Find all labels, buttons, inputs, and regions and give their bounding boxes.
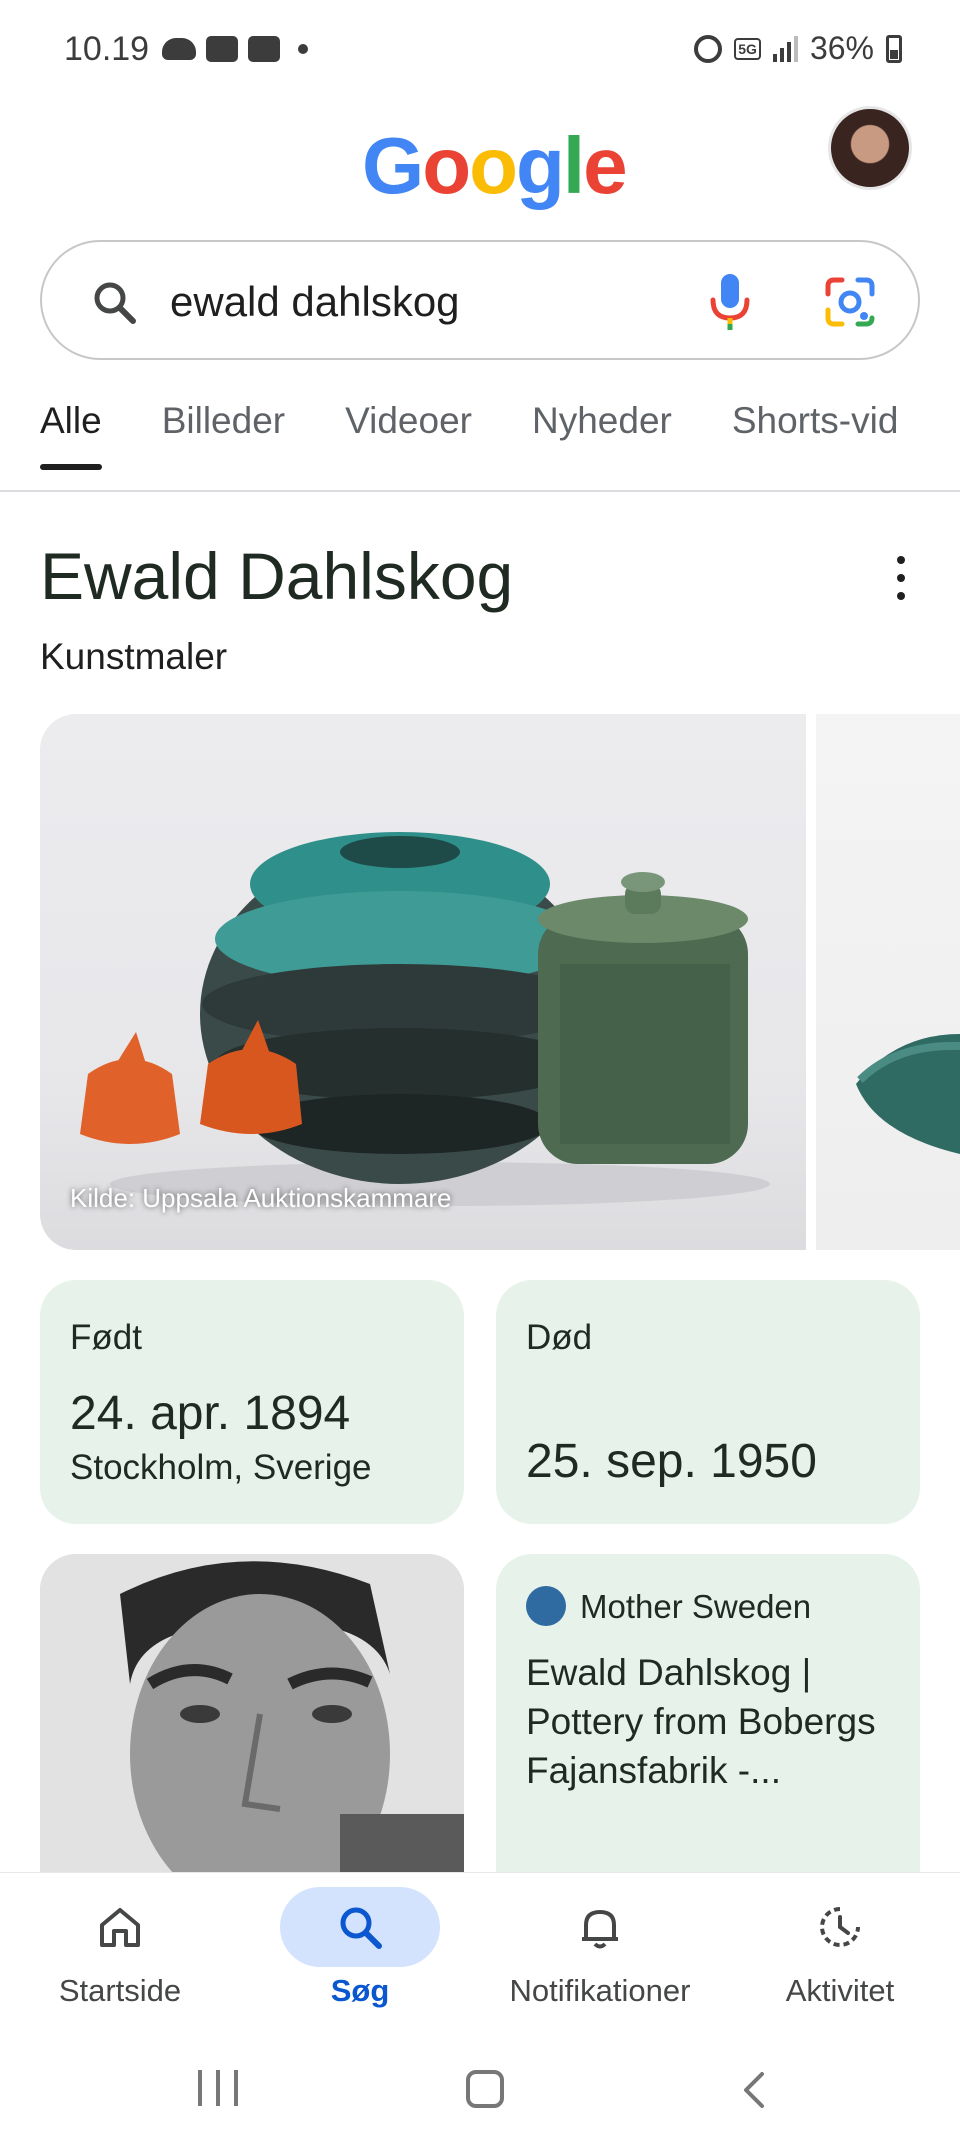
tab-billeder[interactable]: Billeder: [162, 400, 285, 470]
nav-label: Aktivitet: [785, 1973, 895, 2008]
system-navigation: [0, 2032, 960, 2133]
second-image[interactable]: [816, 714, 960, 1250]
image-caption: Kilde: Uppsala Auktionskammare: [70, 1183, 452, 1213]
nav-label: Startside: [58, 1973, 182, 2008]
bowl-illustration: [856, 1034, 960, 1154]
knowledge-panel-subtitle: Kunstmaler: [40, 636, 228, 677]
avatar[interactable]: [828, 106, 912, 190]
logo-letter: e: [583, 121, 627, 210]
ceramics-image[interactable]: Kilde: Uppsala Auktionskammare: [40, 714, 806, 1250]
alarm-icon: [694, 34, 723, 63]
back-button[interactable]: [738, 2070, 768, 2110]
activity-icon: [820, 1907, 860, 1947]
nav-soeg[interactable]: Søg: [240, 1873, 480, 2033]
tab-alle[interactable]: Alle: [40, 400, 102, 470]
search-tabs: Alle Billeder Videoer Nyheder Shorts-vid: [40, 400, 960, 470]
search-box[interactable]: [40, 240, 920, 360]
died-label: Død: [526, 1318, 593, 1357]
nav-startside[interactable]: Startside: [0, 1873, 240, 2033]
died-card[interactable]: Død 25. sep. 1950: [496, 1280, 920, 1524]
search-icon: [340, 1907, 382, 1949]
born-card[interactable]: Født 24. apr. 1894 Stockholm, Sverige: [40, 1280, 464, 1524]
mic-icon[interactable]: [708, 272, 752, 332]
recent-apps-button[interactable]: [198, 2070, 238, 2106]
tab-shorts[interactable]: Shorts-vid: [732, 400, 899, 470]
tabs-divider: [0, 490, 960, 492]
notification-icons: [162, 36, 308, 62]
article-title[interactable]: Ewald Dahlskog | Pottery from Bobergs Fa…: [526, 1648, 896, 1795]
home-button[interactable]: [466, 2070, 504, 2108]
status-right: 5G 36%: [694, 30, 902, 67]
gallery-icon: [206, 36, 238, 62]
search-icon: [94, 282, 136, 324]
born-date: 24. apr. 1894: [70, 1387, 351, 1440]
logo-letter: g: [515, 121, 565, 210]
search-input[interactable]: [170, 272, 690, 332]
battery-percent: 36%: [809, 30, 874, 66]
nav-aktivitet[interactable]: Aktivitet: [720, 1873, 960, 2033]
logo-letter: G: [362, 121, 424, 210]
cloud-icon: [162, 38, 196, 60]
bottom-navigation: Startside Søg Notifikationer Aktivitet: [0, 1872, 960, 2032]
status-time: 10.19: [64, 30, 150, 68]
dot-icon: [298, 44, 308, 54]
article-card[interactable]: Mother Sweden Ewald Dahlskog | Pottery f…: [496, 1554, 920, 1874]
tab-nyheder[interactable]: Nyheder: [532, 400, 672, 470]
nav-label: Søg: [330, 1973, 390, 2008]
portrait-image[interactable]: [40, 1554, 464, 1874]
ceramics-illustration: [80, 832, 770, 1206]
logo-letter: o: [422, 121, 471, 210]
home-icon: [100, 1908, 140, 1947]
battery-icon: [886, 34, 902, 63]
article-source: Mother Sweden: [580, 1588, 812, 1625]
nav-label: Notifikationer: [509, 1973, 691, 2008]
google-logo[interactable]: Google: [362, 120, 628, 212]
logo-letter: l: [562, 121, 585, 210]
tab-videoer[interactable]: Videoer: [345, 400, 472, 470]
portrait-illustration: [40, 1554, 464, 1874]
status-bar: 10.19 5G 36%: [0, 0, 960, 100]
nav-notifikationer[interactable]: Notifikationer: [480, 1873, 720, 2033]
bell-icon: [582, 1910, 618, 1949]
more-options-icon[interactable]: [886, 556, 916, 600]
born-place: Stockholm, Sverige: [70, 1448, 372, 1487]
logo-letter: o: [469, 121, 518, 210]
signal-icon: [772, 35, 798, 62]
youtube-icon: [248, 36, 280, 62]
died-date: 25. sep. 1950: [526, 1435, 817, 1488]
mother-sweden-logo-icon: [526, 1586, 566, 1626]
network-icon: 5G: [734, 37, 761, 60]
lens-icon[interactable]: [824, 276, 876, 328]
born-label: Født: [70, 1318, 142, 1357]
knowledge-panel-title: Ewald Dahlskog: [40, 539, 514, 613]
